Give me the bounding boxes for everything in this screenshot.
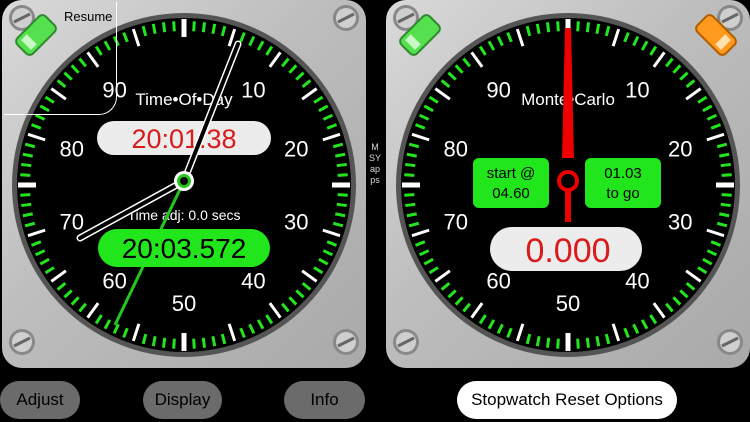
dial-tick (151, 23, 157, 35)
info-button[interactable]: Info (284, 381, 365, 419)
start-badge-line2: 04.60 (492, 185, 530, 202)
dial-tick (337, 193, 348, 197)
screw-bottom-right (333, 329, 359, 355)
stopwatch-readout: 20:03.572 (122, 233, 247, 264)
dial-tick (336, 162, 347, 168)
dial-tick (545, 22, 551, 33)
dial-tick (404, 193, 415, 197)
time-of-day-readout: 20:01:38 (131, 124, 236, 154)
dial-tick (535, 335, 541, 347)
dial-tick (151, 335, 157, 347)
dial-tick (721, 193, 732, 197)
dial-tick (172, 21, 176, 32)
dial-tick (161, 337, 167, 348)
dial-tick (585, 337, 591, 348)
scale-label: 50 (172, 291, 196, 316)
time-adjust-label: Time adj: 0.0 secs (127, 207, 240, 223)
dial-tick (20, 193, 31, 197)
dial-tick (405, 202, 416, 208)
scale-label: 70 (60, 209, 84, 234)
start-badge-line1: start @ (487, 165, 536, 182)
scale-label: 40 (241, 268, 265, 293)
brand-vertical: MSYapps (369, 142, 382, 185)
dial-tick (595, 335, 601, 347)
dial-tick (535, 23, 541, 35)
dial-tick (201, 22, 207, 33)
dial-tick (721, 173, 732, 177)
dial-tick (211, 335, 217, 347)
scale-label: 50 (556, 291, 580, 316)
scale-label: 80 (60, 137, 84, 162)
dial-tick (405, 162, 416, 168)
screw-bottom-right (717, 329, 743, 355)
scale-label: 20 (668, 137, 692, 162)
dial-tick (720, 202, 731, 208)
dial-tick (720, 162, 731, 168)
scale-label: 70 (444, 209, 468, 234)
dial-tick (21, 202, 32, 208)
red-hand-tail (565, 190, 571, 222)
dial-tick (172, 338, 176, 349)
resume-label: Resume (64, 9, 113, 24)
adjust-button[interactable]: Adjust (0, 381, 80, 419)
scale-label: 80 (444, 137, 468, 162)
scale-label: 60 (486, 268, 510, 293)
monte-carlo-panel: 102030405060708090 Monte•Carlo start @ 0… (386, 0, 750, 368)
scale-label: 30 (284, 209, 308, 234)
dial-tick (21, 162, 32, 168)
dial-tick (334, 152, 346, 158)
scale-label: 10 (625, 78, 649, 103)
dial-tick (22, 152, 34, 158)
dial-tick (585, 22, 591, 33)
dial-tick (556, 338, 560, 349)
hub-center (180, 177, 188, 185)
stopwatch-display: 0.000 (525, 232, 610, 270)
dial-tick (336, 202, 347, 208)
dial-tick (192, 338, 196, 349)
scale-label: 30 (668, 209, 692, 234)
to-go-badge-line2: to go (606, 185, 639, 202)
dial-tick (406, 212, 418, 218)
dial-tick (22, 212, 34, 218)
scale-label: 60 (102, 268, 126, 293)
scale-label: 10 (241, 78, 265, 103)
dial-tick (718, 152, 730, 158)
dial-tick (576, 338, 580, 349)
time-of-day-panel: 10 20 30 40 50 60 70 80 90 Time•Of•Day 20:01:38 … (2, 0, 366, 368)
dial-tick (161, 22, 167, 33)
dial-tick (201, 337, 207, 348)
dial-tick (556, 21, 560, 32)
dial-tick (406, 152, 418, 158)
to-go-badge-line1: 01.03 (604, 165, 642, 182)
display-button[interactable]: Display (143, 381, 222, 419)
screw-bottom-left (9, 329, 35, 355)
screw-top-right (333, 5, 359, 31)
dial-tick (576, 21, 580, 32)
dial-tick (337, 173, 348, 177)
dial-tick (211, 23, 217, 35)
dial-tick (334, 212, 346, 218)
dial-tick (545, 337, 551, 348)
app-screen: 10 20 30 40 50 60 70 80 90 Time•Of•Day 20:01:38 … (0, 0, 750, 422)
resume-button[interactable]: Resume (4, 2, 117, 115)
dial-tick (718, 212, 730, 218)
dial-tick (20, 173, 31, 177)
scale-label: 90 (486, 78, 510, 103)
scale-label: 40 (625, 268, 649, 293)
scale-label: 20 (284, 137, 308, 162)
screw-bottom-left (393, 329, 419, 355)
monte-carlo-dial: 102030405060708090 Monte•Carlo start @ 0… (393, 5, 743, 357)
dial-tick (192, 21, 196, 32)
stopwatch-reset-options-button[interactable]: Stopwatch Reset Options (457, 381, 677, 419)
dial-tick (404, 173, 415, 177)
dial-tick (595, 23, 601, 35)
